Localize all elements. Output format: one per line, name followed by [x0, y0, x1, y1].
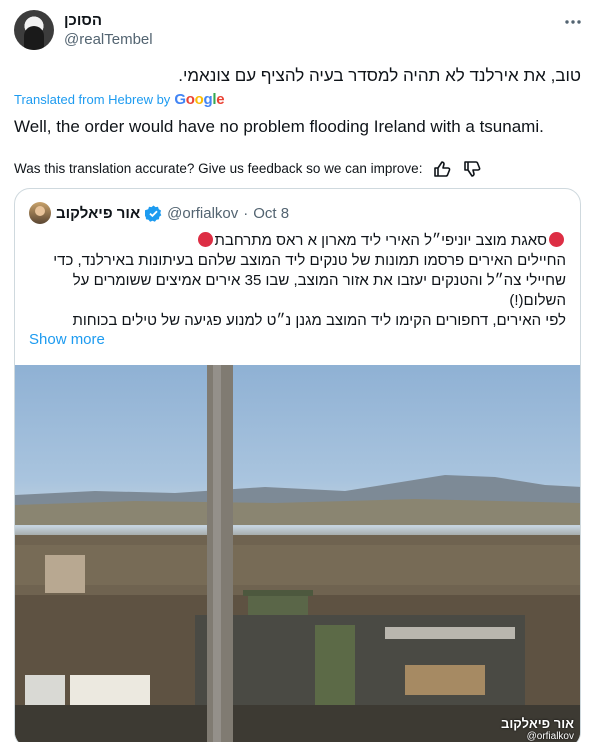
- quoted-line: החיילים האירים פרסמו תמונות של טנקים ליד…: [53, 252, 566, 269]
- avatar-figure: [24, 26, 44, 50]
- quoted-handle[interactable]: @orfialkov: [167, 205, 238, 222]
- more-icon[interactable]: [563, 12, 583, 32]
- show-more-link[interactable]: Show more: [29, 331, 105, 348]
- quoted-tweet[interactable]: אור פיאלקוב @orfialkov · Oct 8 סאגת מוצב…: [14, 188, 581, 742]
- verified-badge-icon: [143, 205, 162, 222]
- translation-attribution[interactable]: Translated from Hebrew by Google: [14, 91, 225, 108]
- red-circle-icon: [549, 232, 564, 247]
- tweet-text-hebrew: טוב, את אירלנד לא תהיה למסדר בעיה להציף …: [178, 66, 581, 85]
- photo-watermark: אור פיאלקוב @orfialkov: [501, 717, 574, 742]
- translated-label: Translated from Hebrew by: [14, 92, 171, 107]
- quoted-line: שחיילי צה״ל והטנקים יעזבו את אזור המוצב,…: [72, 272, 566, 289]
- watermark-handle: @orfialkov: [526, 731, 574, 742]
- watermark-name: אור פיאלקוב: [501, 716, 574, 731]
- photo-scene: [15, 365, 580, 742]
- quoted-line: לפי האירים, דחפורים הקימו ליד המוצב מגנן…: [72, 312, 566, 329]
- thumbs-down-icon[interactable]: [462, 160, 482, 178]
- red-circle-icon: [197, 232, 213, 247]
- quoted-photo[interactable]: אור פיאלקוב @orfialkov: [15, 365, 580, 742]
- author-display-name[interactable]: הסוכן: [64, 11, 153, 30]
- quoted-text: סאגת מוצב יוניפי״ל האירי ליד מארון א ראס…: [29, 231, 566, 331]
- feedback-prompt: Was this translation accurate? Give us f…: [14, 161, 423, 176]
- quoted-header: אור פיאלקוב @orfialkov · Oct 8: [29, 202, 289, 224]
- translation-feedback: Was this translation accurate? Give us f…: [14, 160, 482, 178]
- author-name-block: הסוכן @realTembel: [64, 11, 153, 50]
- quoted-separator: ·: [243, 204, 249, 222]
- quoted-date[interactable]: Oct 8: [253, 205, 289, 222]
- thumbs-up-icon[interactable]: [432, 160, 452, 178]
- quoted-line-text: סאגת מוצב יוניפי״ל האירי ליד מארון א ראס…: [214, 232, 547, 249]
- tweet-text-english: Well, the order would have no problem fl…: [14, 117, 544, 136]
- author-handle[interactable]: @realTembel: [64, 30, 153, 50]
- quoted-display-name[interactable]: אור פיאלקוב: [56, 205, 140, 222]
- google-logo: Google: [174, 91, 225, 108]
- quoted-line: סאגת מוצב יוניפי״ל האירי ליד מארון א ראס…: [29, 231, 566, 251]
- quoted-avatar[interactable]: [29, 202, 51, 224]
- tweet-header: הסוכן @realTembel: [14, 10, 583, 52]
- author-avatar[interactable]: [14, 10, 54, 50]
- quoted-line: השלום(!): [509, 292, 566, 309]
